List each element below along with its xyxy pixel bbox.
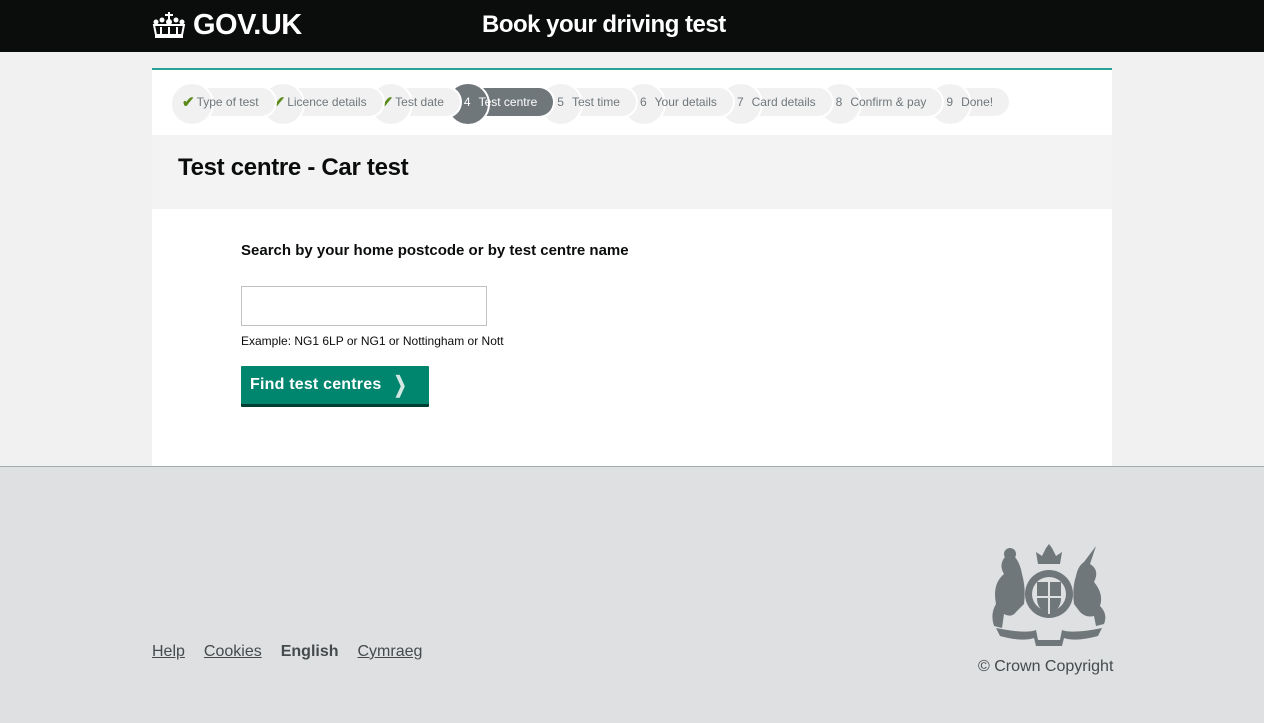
progress-step-1[interactable]: ✔ Type of test [170,82,277,126]
step-label: Card details [751,95,816,109]
copyright-notice: © Crown Copyright [978,658,1114,675]
step-label: Confirm & pay [850,95,927,109]
chevron-right-icon: ❯ [394,372,408,397]
step-label: Done! [961,95,994,109]
service-name-link[interactable]: Book your driving test [482,11,726,39]
progress-step-4: 4 Test centre [445,82,556,126]
step-label: Type of test [196,95,259,109]
title-bar: Test centre - Car test [152,135,1112,209]
page-title: Test centre - Car test [178,154,409,181]
crown-icon [152,11,186,38]
step-label: Test centre [478,95,538,109]
search-label: Search by your home postcode or by test … [241,242,629,259]
progress-step-8: 8 Confirm & pay [817,82,945,126]
search-hint: Example: NG1 6LP or NG1 or Nottingham or… [241,334,504,348]
language-link-welsh[interactable]: Cymraeg [358,643,423,661]
step-label: Licence details [287,95,367,109]
footer-links: Help Cookies English Cymraeg [152,643,441,661]
main-content: ✔ Type of test ✔ Licence details ✔ Test date 4… [152,68,1112,467]
govuk-logo-link[interactable]: GOV.UK [152,9,302,42]
step-label: Test date [395,95,444,109]
step-label: Your details [654,95,717,109]
step-label: Test time [571,95,620,109]
footer-link-cookies[interactable]: Cookies [204,643,262,661]
site-footer: Help Cookies English Cymraeg © Crown Cop… [0,466,1264,723]
progress-step-2[interactable]: ✔ Licence details [260,82,385,126]
button-label: Find test centres [250,376,382,393]
footer-link-help[interactable]: Help [152,643,185,661]
current-language: English [280,643,339,660]
progress-step-5: 5 Test time [539,82,638,126]
checkmark-icon: ✔ [182,94,195,111]
find-test-centres-button[interactable]: Find test centres ❯ [241,366,429,404]
search-input[interactable] [241,286,487,326]
progress-steps: ✔ Type of test ✔ Licence details ✔ Test date 4… [170,82,1012,126]
royal-coat-of-arms-icon [992,544,1106,646]
progress-step-6: 6 Your details [621,82,735,126]
progress-step-7: 7 Card details [718,82,834,126]
logo-text: GOV.UK [193,9,302,41]
site-header: GOV.UK Book your driving test [0,0,1264,52]
